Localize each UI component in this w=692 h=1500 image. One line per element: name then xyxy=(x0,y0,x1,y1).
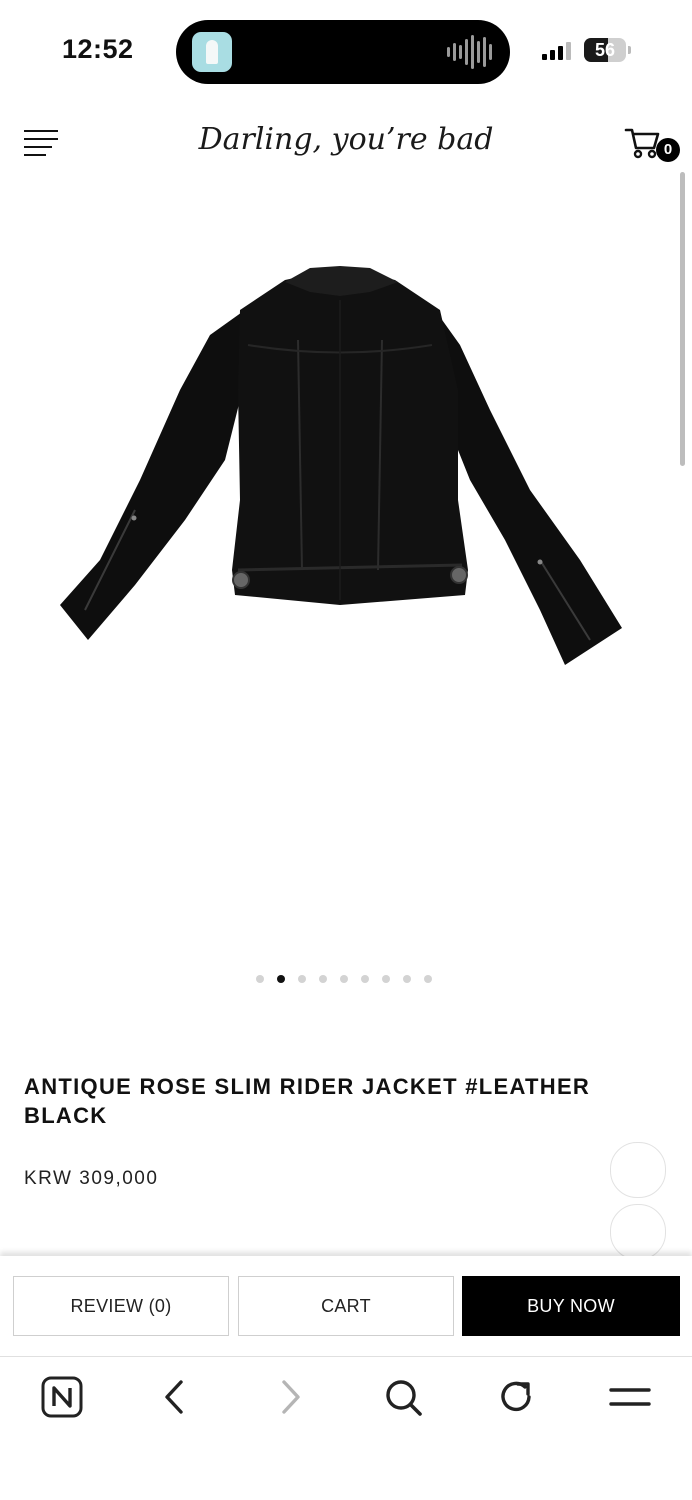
product-title: ANTIQUE ROSE SLIM RIDER JACKET #LEATHER … xyxy=(24,1074,591,1128)
battery-cap xyxy=(628,46,631,54)
floating-action-button-top[interactable] xyxy=(610,1142,666,1198)
cart-count-badge: 0 xyxy=(656,138,680,162)
app-thumbnail-icon xyxy=(192,32,232,72)
carousel-dot[interactable] xyxy=(256,975,264,983)
audio-waveform-icon xyxy=(447,34,492,70)
review-button[interactable]: REVIEW (0) xyxy=(13,1276,229,1336)
battery-percent: 56 xyxy=(594,40,616,60)
page-scrollbar[interactable] xyxy=(680,172,685,466)
carousel-dot[interactable] xyxy=(298,975,306,983)
jacket-right-sleeve xyxy=(435,310,622,665)
search-icon[interactable] xyxy=(381,1375,425,1419)
carousel-dot[interactable] xyxy=(403,975,411,983)
buy-now-button[interactable]: BUY NOW xyxy=(462,1276,680,1336)
menu-icon[interactable] xyxy=(608,1375,652,1419)
carousel-dot[interactable] xyxy=(424,975,432,983)
naver-home-icon[interactable] xyxy=(40,1375,84,1419)
dynamic-island[interactable] xyxy=(176,20,510,84)
site-logo-title[interactable]: Darling, you’re bad xyxy=(0,122,692,157)
carousel-dot[interactable] xyxy=(361,975,369,983)
purchase-action-bar: REVIEW (0) CART BUY NOW xyxy=(0,1256,692,1357)
product-image[interactable] xyxy=(40,240,640,690)
battery-icon: 56 xyxy=(584,38,626,62)
floating-action-button-bottom[interactable] xyxy=(610,1204,666,1260)
back-arrow-icon[interactable] xyxy=(153,1375,197,1419)
forward-arrow-icon[interactable] xyxy=(268,1375,312,1419)
carousel-dot[interactable] xyxy=(340,975,348,983)
product-price: KRW 309,000 xyxy=(24,1168,159,1189)
carousel-dot[interactable] xyxy=(382,975,390,983)
add-to-cart-button[interactable]: CART xyxy=(238,1276,454,1336)
cellular-signal-icon xyxy=(542,42,571,60)
browser-toolbar xyxy=(0,1357,692,1500)
jacket-left-sleeve xyxy=(60,310,245,640)
image-carousel-indicator[interactable] xyxy=(256,975,432,983)
status-time: 12:52 xyxy=(62,34,134,64)
reload-icon[interactable] xyxy=(494,1375,538,1419)
jacket-body xyxy=(232,268,468,605)
carousel-dot[interactable] xyxy=(319,975,327,983)
carousel-dot[interactable] xyxy=(277,975,285,983)
